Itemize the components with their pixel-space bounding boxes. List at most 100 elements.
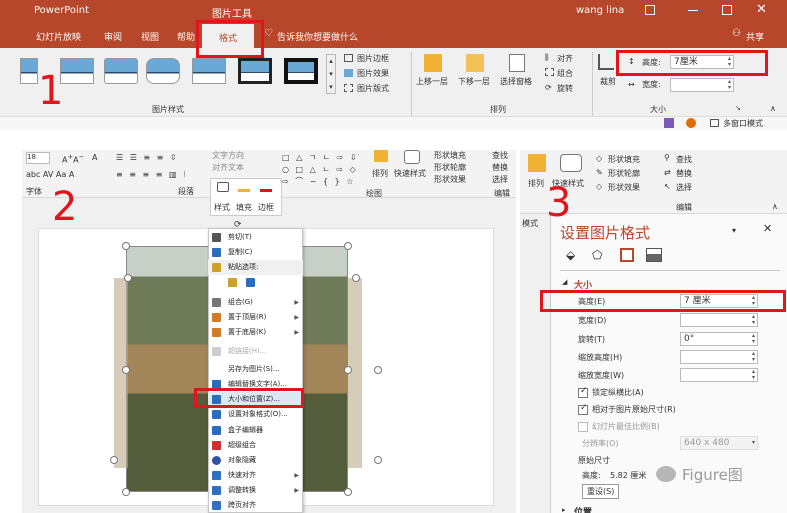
pane-options-icon[interactable]: ▾ [732, 226, 736, 235]
text-direction-button[interactable]: 文字方向 [212, 150, 244, 161]
crop-button[interactable]: 裁剪 [600, 76, 616, 87]
width-input[interactable]: ▴ ▾ [670, 78, 734, 92]
picture-style-7[interactable] [284, 58, 318, 84]
settings-gear-icon[interactable] [686, 118, 696, 128]
close-icon[interactable]: ✕ [756, 2, 767, 17]
share-button[interactable]: 共享 [746, 30, 764, 43]
arrange-button[interactable]: 排列 [528, 178, 544, 189]
group-button[interactable]: 组合 [557, 68, 573, 79]
shape-fill-button[interactable]: 形状填充 [434, 150, 466, 161]
menu-cut[interactable]: 剪切(T) [208, 230, 303, 245]
size-section-caret[interactable]: ◢ [562, 278, 567, 286]
replace-button[interactable]: 替换 [676, 168, 692, 179]
bring-forward-button[interactable]: 上移一层 [416, 76, 448, 87]
menu-cross-page-align[interactable]: 跨页对齐 [208, 498, 303, 513]
picture-border-button[interactable]: 图片边框 [357, 53, 389, 64]
ribbon-display-icon[interactable] [645, 5, 655, 15]
picture-icon[interactable] [646, 248, 662, 262]
menu-copy[interactable]: 复制(C) [208, 245, 303, 260]
menu-group[interactable]: 组合(G) ▶ [208, 295, 303, 310]
lock-aspect-checkbox[interactable] [578, 386, 588, 398]
picture-style-2[interactable] [60, 58, 94, 84]
clear-format-icon[interactable]: A [92, 153, 97, 162]
tab-slideshow[interactable]: 幻灯片放映 [36, 30, 81, 43]
picture-layout-button[interactable]: 图片版式 [357, 83, 389, 94]
handle-br[interactable] [344, 488, 352, 496]
collapse-ribbon-icon[interactable]: ∧ [770, 104, 776, 113]
handle-bl[interactable] [122, 488, 130, 496]
shape-effects-button[interactable]: 形状效果 [608, 182, 640, 193]
select-button[interactable]: 选择 [676, 182, 692, 193]
rotate-button[interactable]: 旋转 [557, 83, 573, 94]
replace-button[interactable]: 替换 [492, 162, 508, 173]
menu-send-back[interactable]: 置于底层(K) ▶ [208, 325, 303, 340]
size-properties-icon[interactable] [620, 248, 634, 262]
handle-outer-l[interactable] [124, 274, 132, 282]
effects-icon[interactable]: ⬠ [592, 248, 602, 262]
tab-review[interactable]: 审阅 [104, 30, 122, 43]
picture-effects-button[interactable]: 图片效果 [357, 68, 389, 79]
menu-quick-align[interactable]: 快速对齐 ▶ [208, 468, 303, 483]
handle-far-r[interactable] [374, 366, 382, 374]
handle-tl[interactable] [122, 242, 130, 250]
shapes-gallery[interactable]: □ △ ㄱ ㄴ ⇨ ⇩ ○ □ △ ㄴ ⇨ ◇ ⇨ ⌒ ∽ { } ☆ [282, 152, 359, 188]
gallery-scroll[interactable]: ▴ ▾ ▾ [326, 54, 336, 94]
picture-style-6[interactable] [238, 58, 272, 84]
text-effect-icon[interactable]: abc AV Aa A [26, 170, 74, 179]
scale-width-input[interactable]: ▴ ▾ [680, 368, 758, 382]
list-icons[interactable]: ☰ ☰ ≡ ≡ ⇳ [116, 153, 179, 162]
minimize-icon[interactable] [688, 10, 698, 11]
size-dialog-launcher[interactable]: ↘ [735, 104, 741, 112]
handle-ml[interactable] [122, 366, 130, 374]
menu-bring-front[interactable]: 置于顶层(R) ▶ [208, 310, 303, 325]
shape-outline-button[interactable]: 形状轮廓 [608, 168, 640, 179]
menu-hide-object[interactable]: 对象隐藏 [208, 453, 303, 468]
align-button[interactable]: 对齐 [557, 53, 573, 64]
relative-original-checkbox[interactable] [578, 403, 588, 415]
handle-outer-r[interactable] [352, 274, 360, 282]
quick-styles-button[interactable]: 快速样式 [394, 168, 426, 179]
menu-paste-buttons[interactable] [208, 275, 303, 293]
find-button[interactable]: 查找 [676, 154, 692, 165]
select-button[interactable]: 选择 [492, 174, 508, 185]
reset-button[interactable]: 重设(S) [582, 484, 620, 499]
picture-style-5[interactable] [192, 58, 226, 84]
selection-pane-button[interactable]: 选择窗格 [500, 76, 532, 87]
shape-effects-button[interactable]: 形状效果 [434, 174, 466, 185]
fill-line-icon[interactable]: ⬙ [566, 248, 575, 262]
align-icons[interactable]: ≡ ≡ ≡ ≡ ▥ ⁝ [116, 170, 188, 179]
picture-style-3[interactable] [104, 58, 138, 84]
rotation-input[interactable]: 0° ▴ ▾ [680, 332, 758, 346]
tab-view[interactable]: 视图 [141, 30, 159, 43]
handle-mr[interactable] [344, 366, 352, 374]
user-name[interactable]: wang lina [576, 5, 624, 16]
send-backward-button[interactable]: 下移一层 [458, 76, 490, 87]
arrange-button[interactable]: 排列 [372, 168, 388, 179]
menu-format-object[interactable]: 设置对象格式(O)... [208, 407, 303, 422]
mini-style-button[interactable]: 样式 [214, 202, 230, 213]
position-section-header[interactable]: 位置 [574, 505, 592, 513]
shape-fill-button[interactable]: 形状填充 [608, 154, 640, 165]
position-section-caret[interactable]: ▸ [562, 506, 566, 513]
mini-border-button[interactable]: 边框 [258, 202, 274, 213]
multi-window-button[interactable]: 多窗口模式 [723, 118, 763, 129]
width-input[interactable]: ▴ ▾ [680, 313, 758, 327]
find-button[interactable]: 查找 [492, 150, 508, 161]
shape-outline-button[interactable]: 形状轮廓 [434, 162, 466, 173]
picture-style-1[interactable] [20, 58, 38, 84]
pane-close-icon[interactable]: ✕ [763, 222, 772, 235]
menu-super-group[interactable]: 超级组合 [208, 438, 303, 453]
handle-far-l[interactable] [110, 456, 118, 464]
tell-me-input[interactable]: 告诉我你想要做什么 [277, 30, 358, 43]
handle-tr[interactable] [344, 242, 352, 250]
align-text-button[interactable]: 对齐文本 [212, 162, 244, 173]
addin-icon[interactable] [664, 118, 674, 128]
grow-font-icon[interactable]: A+A− [62, 153, 84, 165]
maximize-icon[interactable] [722, 5, 732, 15]
handle-far-rb[interactable] [374, 456, 382, 464]
scale-height-input[interactable]: ▴ ▾ [680, 350, 758, 364]
menu-save-as-picture[interactable]: 另存为图片(S)... [208, 362, 303, 377]
menu-box-editor[interactable]: 盒子编辑器 [208, 423, 303, 438]
picture-style-4[interactable] [146, 58, 180, 84]
menu-adjust-convert[interactable]: 调整转换 ▶ [208, 483, 303, 498]
